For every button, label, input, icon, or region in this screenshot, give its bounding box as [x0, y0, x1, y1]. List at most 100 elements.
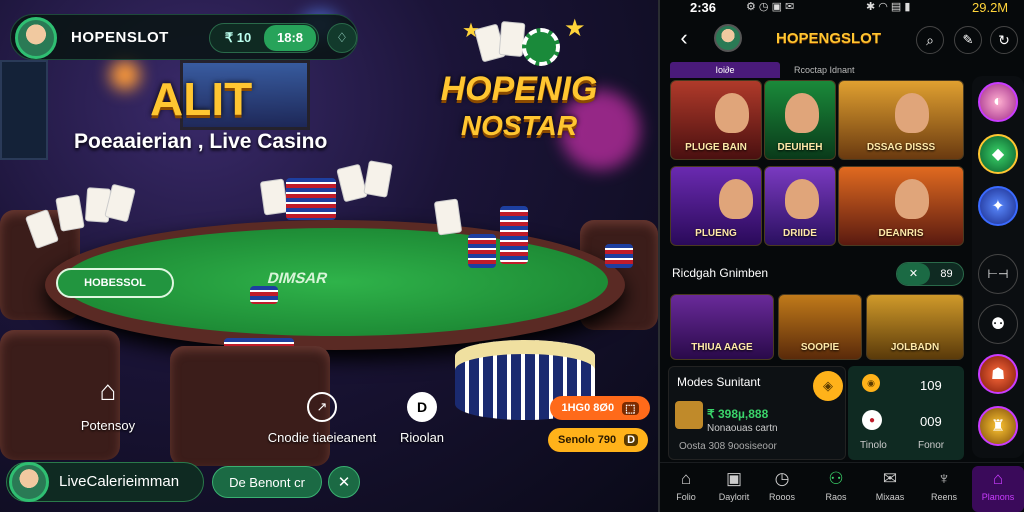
nav-planons[interactable]: ⌂ Planons	[972, 466, 1024, 512]
stat-value: 009	[920, 414, 942, 429]
stat-label: Tinolo	[860, 440, 887, 451]
tab-active[interactable]: Ioi∂e	[670, 62, 780, 78]
time-pill: 18:8	[264, 25, 316, 51]
top-user-bar: HOPENSLOT ₹ 10 18:8 ♢	[10, 14, 358, 60]
side-game-icon[interactable]: ♜	[978, 406, 1018, 446]
game-title: PLUENG	[695, 228, 737, 239]
promo-button[interactable]: Senolo 790 D	[548, 428, 648, 452]
brand-name: HOPENSLOT	[71, 29, 169, 46]
gift-icon[interactable]: ♢	[327, 23, 357, 53]
playing-card	[498, 21, 526, 57]
side-game-icon[interactable]: ◆	[978, 134, 1018, 174]
back-icon[interactable]: ‹	[672, 25, 696, 50]
promo-button[interactable]: 1HG0 8Ø0 ⬚	[550, 396, 650, 420]
wallet-icon: ▣	[725, 469, 743, 488]
game-tile[interactable]: PLUGE BAIN	[670, 80, 762, 160]
chip-stack	[468, 234, 496, 268]
home-icon: ⌂	[680, 469, 692, 488]
refresh-icon[interactable]: ↻	[990, 26, 1018, 54]
game-tile[interactable]: JOLBADN	[866, 294, 964, 360]
nav-label: Daylorit	[718, 492, 750, 502]
character-art	[785, 93, 819, 133]
user-avatar[interactable]	[15, 17, 57, 59]
nav-label: Raos	[825, 492, 847, 502]
star-icon: ★	[564, 15, 586, 42]
table-marking: HOBESSOL	[56, 268, 174, 298]
hero-title: ALIT	[150, 73, 253, 125]
game-title: DSSAG DISSS	[866, 142, 936, 153]
promo-title: Modes Sunitant	[677, 375, 761, 389]
coin-icon: ◉	[862, 374, 880, 392]
house-icon: ⌂	[992, 469, 1004, 488]
side-menu-icon[interactable]: ⊢⊣	[978, 254, 1018, 294]
side-game-icon[interactable]: ◐	[978, 82, 1018, 122]
nav-raos[interactable]: ⚇ Raos	[810, 466, 862, 512]
close-icon[interactable]: ✕	[328, 466, 360, 498]
chip-stack	[250, 286, 278, 304]
action-item[interactable]: ⌂ Potensoy	[70, 372, 146, 433]
section-toggle[interactable]: ✕ 89	[896, 262, 964, 286]
header-avatar[interactable]	[714, 24, 742, 52]
mobile-app-panel: 2:36 ⚙ ◷ ▣ ✉ ✱ ◠ ▤ ▮ 29.2M ‹ HOPENGSLOT …	[658, 0, 1024, 512]
game-title: DEANRIS	[878, 228, 924, 239]
dice-icon: ◷	[774, 469, 790, 488]
user-avatar	[9, 462, 49, 502]
game-tile[interactable]: DEANRIS	[838, 166, 964, 246]
tab-label: Rcoctap Idnant	[794, 65, 855, 75]
side-game-icon[interactable]: ✦	[978, 186, 1018, 226]
nav-daylorit[interactable]: ▣ Daylorit	[708, 466, 760, 512]
character-art	[895, 179, 929, 219]
table-marking: DIMSAR	[265, 270, 330, 287]
ceiling-light	[110, 60, 140, 90]
app-title: HOPENGSLOT	[776, 30, 882, 47]
action-label: Rioolan	[399, 430, 445, 445]
game-tile[interactable]: DSSAG DISSS	[838, 80, 964, 160]
status-icons: ✱ ◠ ▤ ▮	[866, 1, 911, 13]
nav-rooos[interactable]: ◷ Rooos	[756, 466, 808, 512]
hero-subtitle: Poeaaierian , Live Casino	[74, 130, 328, 153]
logo-line2: NOSTAR	[460, 110, 578, 141]
promo-icon: ⬚	[622, 401, 639, 415]
chip-stack	[308, 178, 336, 220]
bottom-button[interactable]: De Benont cr	[212, 466, 322, 498]
stats-card[interactable]: ◉ 109 ● 009 Tinolo Fonor	[848, 366, 964, 460]
tab-inactive[interactable]: Rcoctap Idnant	[784, 62, 894, 78]
game-tile[interactable]: DEUIHEH	[764, 80, 836, 160]
search-icon[interactable]: ⌕	[916, 26, 944, 54]
nav-folio[interactable]: ⌂ Folio	[660, 466, 712, 512]
chat-icon: ✉	[882, 469, 898, 488]
side-game-icon[interactable]: ☗	[978, 354, 1018, 394]
status-data: 29.2M	[972, 0, 1009, 15]
nav-mixaas[interactable]: ✉ Mixaas	[864, 466, 916, 512]
toggle-option: 89	[940, 268, 953, 280]
toggle-option: ✕	[897, 263, 930, 285]
action-item[interactable]: D Rioolan	[384, 392, 460, 445]
playing-card	[259, 178, 289, 216]
nav-label: Mixaas	[875, 492, 905, 502]
chip-stack	[500, 206, 528, 264]
game-tile[interactable]: THIUA AAGE	[670, 294, 774, 360]
bottom-profile[interactable]: LiveCalerieimman	[6, 462, 204, 502]
wand-icon[interactable]: ✎	[954, 26, 982, 54]
game-tile[interactable]: DRIIDE	[764, 166, 836, 246]
action-label: Potensoy	[80, 418, 136, 433]
game-tile[interactable]: SOOPIE	[778, 294, 862, 360]
action-item[interactable]: ↗ Cnodie tiaeieanent	[244, 392, 400, 445]
nav-reens[interactable]: ♆ Reens	[918, 466, 970, 512]
section-title: Ricdgah Gnimben	[672, 266, 769, 280]
promo-label: Senolo 790	[557, 434, 617, 446]
game-title: DRIIDE	[783, 228, 817, 239]
promo-card[interactable]: Modes Sunitant ◈ ₹ 398µ,888 Nonaouas car…	[668, 366, 846, 460]
casino-hero-panel: HOPENSLOT ₹ 10 18:8 ♢ ALIT Poeaaierian ,…	[0, 0, 658, 512]
character-art	[715, 93, 749, 133]
side-group-icon[interactable]: ⚉	[978, 304, 1018, 344]
status-icons: ⚙ ◷ ▣ ✉	[746, 1, 795, 13]
coin-icon[interactable]: ◈	[813, 371, 843, 401]
balance-pill[interactable]: ₹ 10 18:8	[209, 23, 319, 53]
character-art	[895, 93, 929, 133]
bookmark-icon: ⌂	[99, 375, 117, 406]
game-title: JOLBADN	[890, 342, 940, 353]
game-tile[interactable]: PLUENG	[670, 166, 762, 246]
nav-label: Rooos	[768, 492, 795, 502]
game-title: THIUA AAGE	[691, 342, 753, 353]
